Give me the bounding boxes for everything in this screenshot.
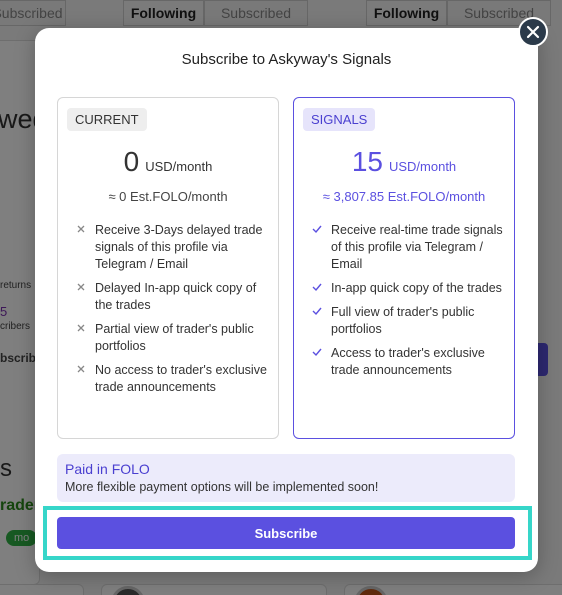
plan-price: 15 USD/month xyxy=(294,146,514,178)
plan-card-current[interactable]: CURRENT 0 USD/month ≈ 0 Est.FOLO/month R… xyxy=(57,97,279,439)
feature-item: Receive 3-Days delayed trade signals of … xyxy=(76,222,268,273)
x-icon xyxy=(77,324,85,332)
close-icon xyxy=(526,25,540,39)
x-icon xyxy=(77,365,85,373)
price-amount: 15 xyxy=(351,146,383,177)
feature-text: Receive 3-Days delayed trade signals of … xyxy=(95,223,263,271)
feature-item: In-app quick copy of the trades xyxy=(312,280,504,297)
notice-text: More flexible payment options will be im… xyxy=(65,480,379,494)
est-folo: ≈ 0 Est.FOLO/month xyxy=(108,189,228,204)
price-amount: 0 xyxy=(123,146,140,177)
plan-card-signals[interactable]: SIGNALS 15 USD/month ≈ 3,807.85 Est.FOLO… xyxy=(293,97,515,439)
plan-price: 0 USD/month xyxy=(58,146,278,178)
check-icon xyxy=(312,283,322,292)
price-unit: USD/month xyxy=(388,159,457,174)
feature-text: Partial view of trader's public portfoli… xyxy=(95,322,254,353)
feature-list: Receive real-time trade signals of this … xyxy=(312,222,504,386)
feature-item: Full view of trader's public portfolios xyxy=(312,304,504,338)
price-unit: USD/month xyxy=(145,159,213,174)
feature-item: Access to trader's exclusive trade annou… xyxy=(312,345,504,379)
feature-text: In-app quick copy of the trades xyxy=(331,281,502,295)
est-folo: ≈ 3,807.85 Est.FOLO/month xyxy=(322,189,486,204)
feature-text: Access to trader's exclusive trade annou… xyxy=(331,346,485,377)
feature-list: Receive 3-Days delayed trade signals of … xyxy=(76,222,268,403)
feature-text: Full view of trader's public portfolios xyxy=(331,305,475,336)
payment-notice: Paid in FOLO More flexible payment optio… xyxy=(57,454,515,502)
modal-title: Subscribe to Askyway's Signals xyxy=(181,51,392,68)
close-button[interactable] xyxy=(518,17,548,47)
feature-item: Delayed In-app quick copy of the trades xyxy=(76,280,268,314)
check-icon xyxy=(312,225,322,234)
check-icon xyxy=(312,348,322,357)
x-icon xyxy=(77,283,85,291)
feature-item: No access to trader's exclusive trade an… xyxy=(76,362,268,396)
feature-text: No access to trader's exclusive trade an… xyxy=(95,363,267,394)
subscribe-button[interactable]: Subscribe xyxy=(57,517,515,549)
feature-item: Receive real-time trade signals of this … xyxy=(312,222,504,273)
notice-title: Paid in FOLO xyxy=(65,461,150,477)
feature-item: Partial view of trader's public portfoli… xyxy=(76,321,268,355)
plan-badge: SIGNALS xyxy=(303,108,376,131)
subscribe-modal: Subscribe to Askyway's Signals CURRENT 0… xyxy=(35,28,538,572)
x-icon xyxy=(77,225,85,233)
plan-badge: CURRENT xyxy=(67,108,147,131)
feature-text: Receive real-time trade signals of this … xyxy=(331,223,503,271)
check-icon xyxy=(312,307,322,316)
feature-text: Delayed In-app quick copy of the trades xyxy=(95,281,257,312)
